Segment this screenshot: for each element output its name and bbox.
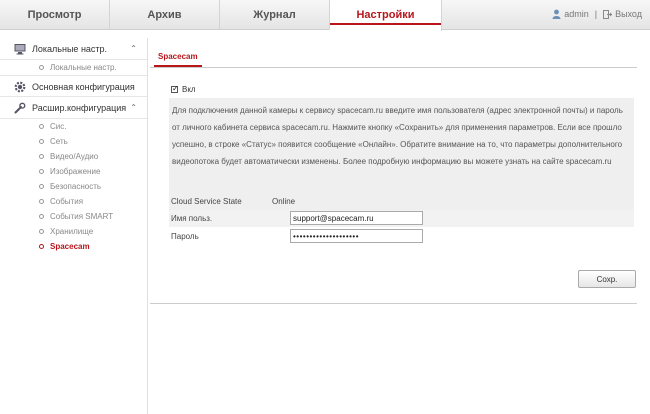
user-separator: | [594,9,598,19]
monitor-icon [14,44,26,55]
sidebar-item-events[interactable]: События [0,194,147,209]
chevron-up-icon: ⌃ [130,103,137,112]
logout-link[interactable]: Выход [615,9,642,19]
sidebar-item-smart-events[interactable]: События SMART [0,209,147,224]
sidebar-item-label: События SMART [50,212,114,221]
bullet-icon [39,124,44,129]
user-box: admin | Выход [552,9,642,19]
bullet-icon [39,139,44,144]
user-icon [552,9,561,19]
enable-checkbox-row[interactable]: Вкл [171,84,196,94]
sidebar-section-label: Локальные настр. [32,44,108,54]
sidebar-item-label: Изображение [50,167,101,176]
sidebar-item-local-settings[interactable]: Локальные настр. [0,60,147,75]
bullet-icon [39,214,44,219]
tab-preview[interactable]: Просмотр [0,0,110,30]
sidebar-item-label: Сис. [50,122,67,131]
bullet-icon [39,229,44,234]
sidebar: Локальные настр. ⌃ Локальные настр. Осно… [0,38,148,414]
sidebar-section-label: Основная конфигурация [32,82,135,92]
username[interactable]: admin [564,9,589,19]
sidebar-item-label: Безопасность [50,182,102,191]
tab-spacecam[interactable]: Spacecam [154,47,202,67]
sidebar-item-network[interactable]: Сеть [0,134,147,149]
sidebar-item-label: Сеть [50,137,68,146]
username-row: Имя польз. [169,210,634,227]
top-navigation: Просмотр Архив Журнал Настройки admin | … [0,0,650,31]
sidebar-section-label: Расшир.конфигурация [32,103,127,113]
sidebar-item-label: События [50,197,84,206]
tab-settings[interactable]: Настройки [330,0,442,31]
sidebar-item-spacecam[interactable]: Spacecam [0,239,147,254]
sidebar-item-label: Spacecam [50,242,90,251]
username-label: Имя польз. [171,214,213,223]
bullet-icon [39,244,44,249]
logout-icon [603,9,613,19]
sidebar-section-basic[interactable]: Основная конфигурация [0,75,147,97]
sidebar-item-system[interactable]: Сис. [0,119,147,134]
enable-label: Вкл [182,85,196,94]
sidebar-item-label: Хранилище [50,227,94,236]
bullet-icon [39,184,44,189]
sidebar-item-label: Локальные настр. [50,63,117,72]
sidebar-item-image[interactable]: Изображение [0,164,147,179]
bullet-icon [39,169,44,174]
bullet-icon [39,154,44,159]
chevron-up-icon: ⌃ [130,44,137,53]
gear-icon [14,81,26,93]
status-row: Cloud Service State Online [169,193,634,210]
wrench-icon [14,102,26,114]
sidebar-item-security[interactable]: Безопасность [0,179,147,194]
status-value: Online [272,197,296,206]
sidebar-section-advanced[interactable]: Расшир.конфигурация ⌃ [0,97,147,119]
username-input[interactable] [290,211,423,225]
sidebar-item-label: Видео/Аудио [50,152,99,161]
tab-archive[interactable]: Архив [110,0,220,30]
password-row: Пароль [169,228,634,245]
sidebar-item-storage[interactable]: Хранилище [0,224,147,239]
tab-journal[interactable]: Журнал [220,0,330,30]
status-label: Cloud Service State [171,197,242,206]
bullet-icon [39,199,44,204]
password-input[interactable] [290,229,423,243]
save-button[interactable]: Сохр. [578,270,636,288]
sidebar-item-video-audio[interactable]: Видео/Аудио [0,149,147,164]
bullet-icon [39,65,44,70]
password-label: Пароль [171,232,199,241]
enable-checkbox[interactable] [171,84,179,93]
sidebar-section-local[interactable]: Локальные настр. ⌃ [0,38,147,60]
